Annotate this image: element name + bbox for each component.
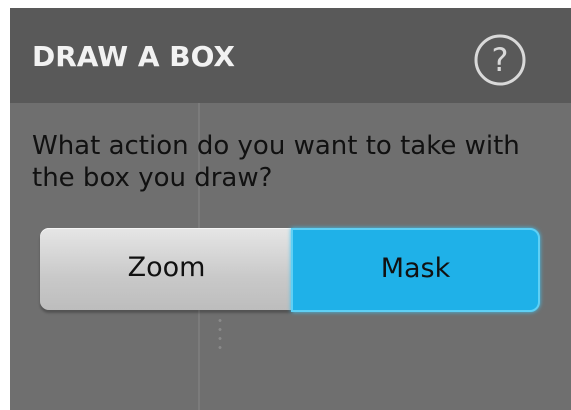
dialog-header: DRAW A BOX ? [10,8,571,103]
mask-button[interactable]: Mask [291,228,540,312]
zoom-button-label: Zoom [127,251,206,283]
help-circle-icon: ? [474,34,526,86]
background-trace-dots [218,316,222,352]
action-segmented-control: Zoom Mask [40,228,540,314]
svg-text:?: ? [492,41,509,79]
action-prompt: What action do you want to take with the… [32,131,520,193]
dialog-title: DRAW A BOX [32,40,235,73]
mask-button-label: Mask [380,252,451,284]
draw-a-box-dialog: DRAW A BOX ? What action do you want to … [10,8,571,410]
zoom-button[interactable]: Zoom [40,228,293,310]
help-icon[interactable]: ? [473,33,527,87]
